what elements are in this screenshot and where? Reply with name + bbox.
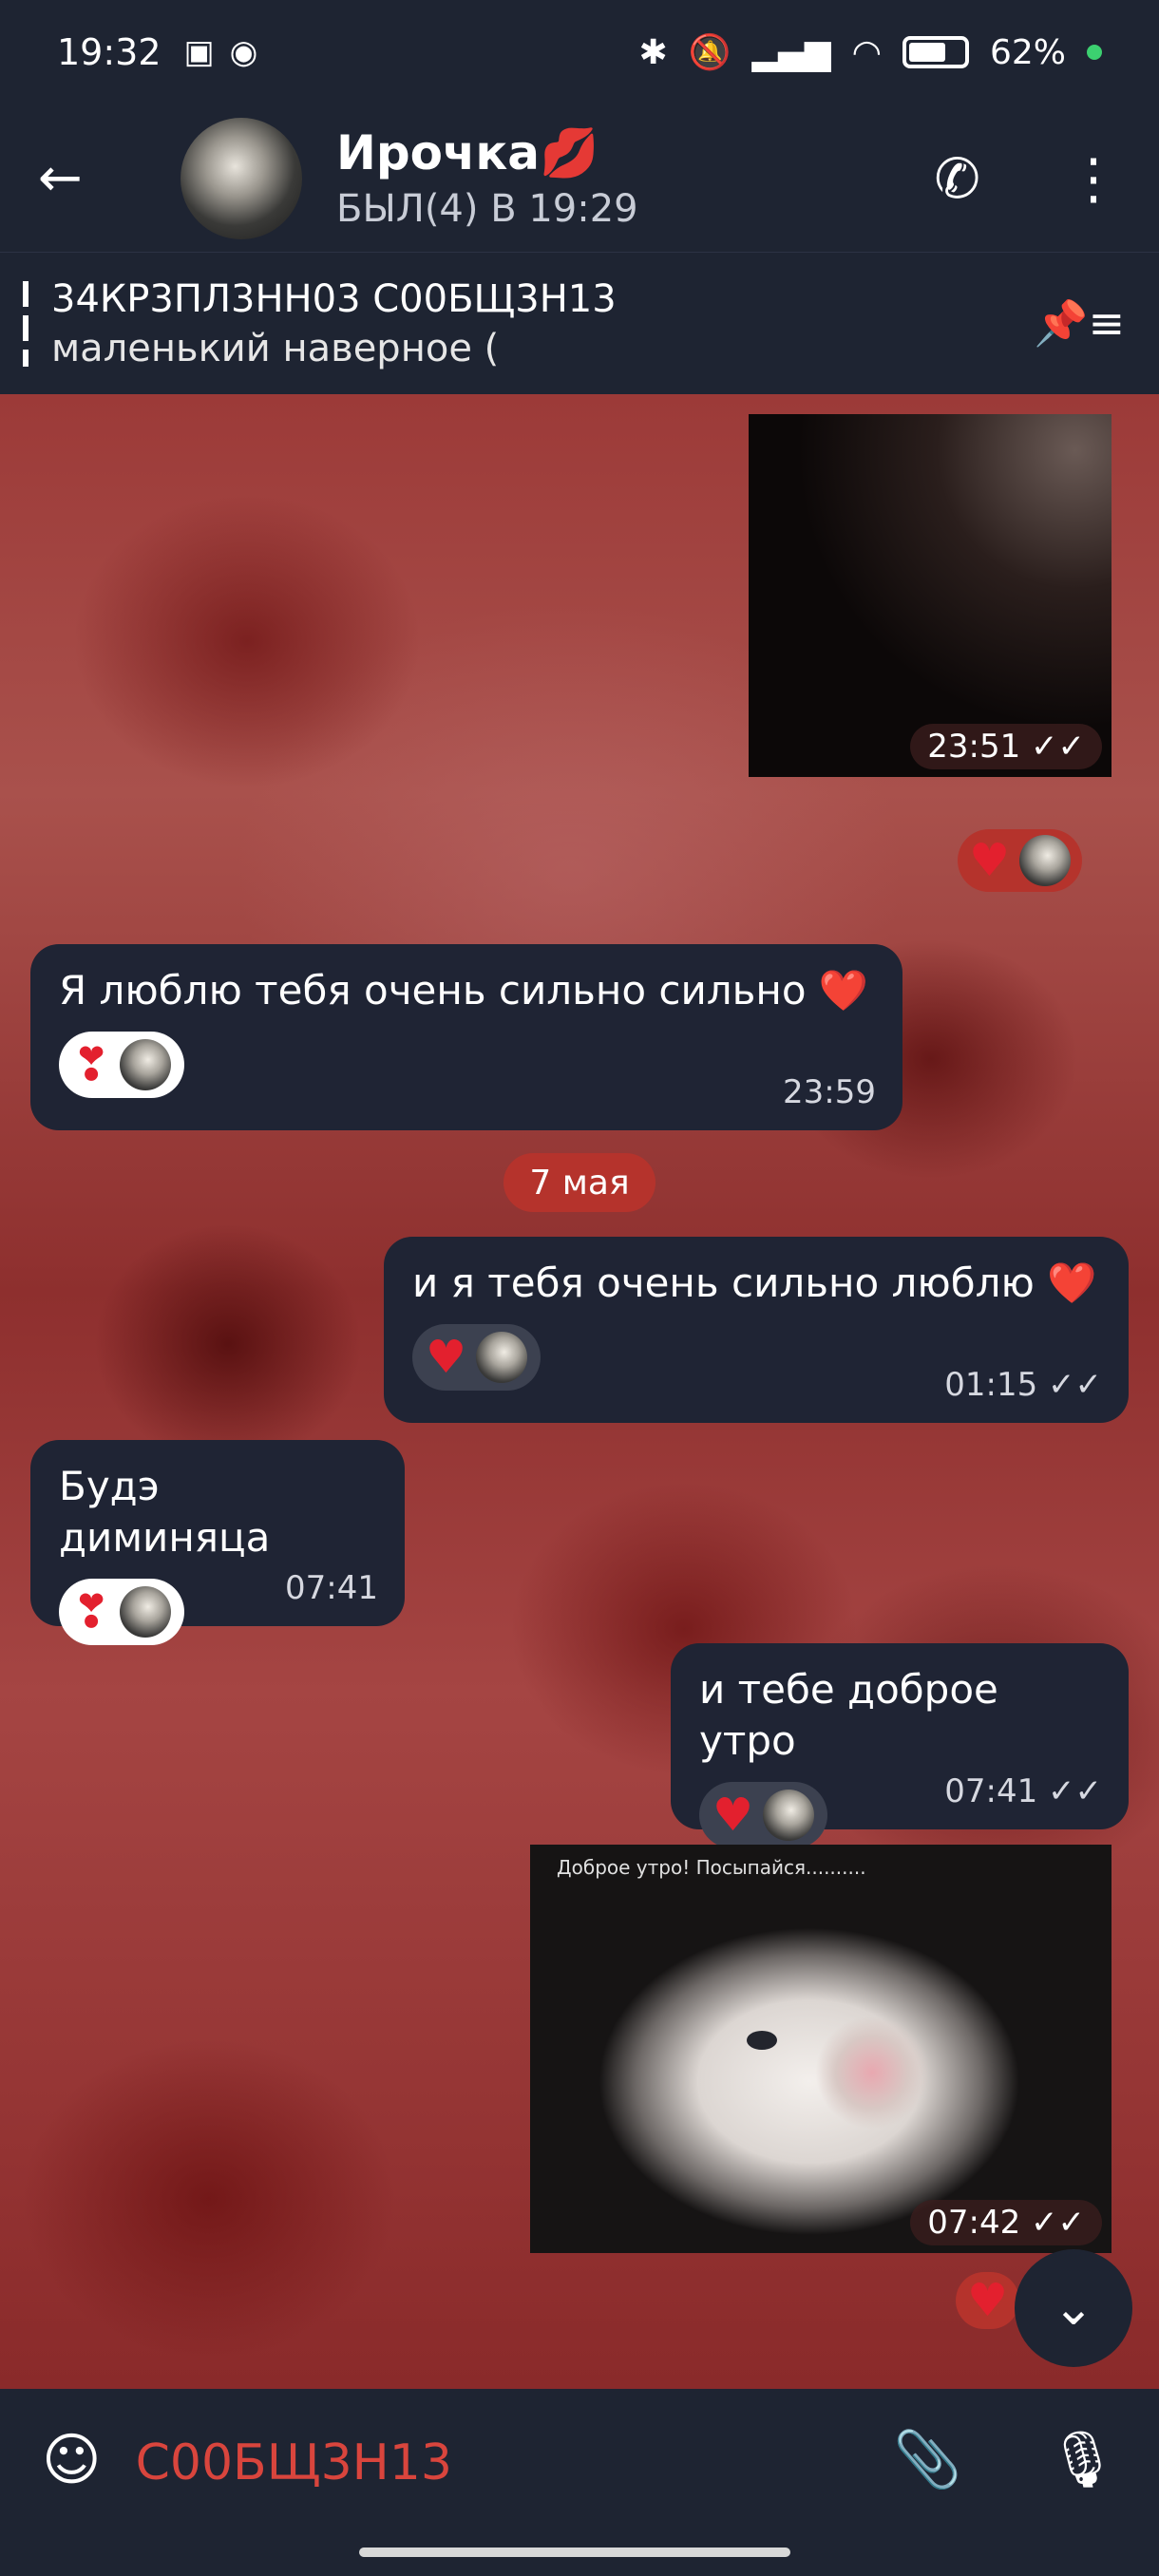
- message-time: 07:41: [285, 1569, 378, 1607]
- message-text: Я люблю тебя очень сильно сильно ❤️: [59, 967, 869, 1013]
- back-arrow-icon[interactable]: ←: [38, 147, 124, 209]
- status-bar: 19:32 ▣ ◉ ✱ 🔕 ▂▄▆ ◠ 62%: [0, 0, 1159, 104]
- pinned-preview: маленький наверное (: [51, 326, 500, 370]
- heart-icon: ♥: [969, 834, 1011, 887]
- message-time: 23:59: [783, 1073, 876, 1111]
- reaction-chip[interactable]: ♥: [956, 2272, 1020, 2329]
- two-hearts-icon: ❣: [72, 1038, 111, 1091]
- reactor-avatar: [476, 1332, 528, 1383]
- incoming-message[interactable]: Будэ диминяца ❣ 07:41: [30, 1440, 405, 1645]
- message-text: Будэ диминяца: [59, 1463, 271, 1561]
- battery-percent: 62%: [989, 32, 1066, 72]
- twitch-icon: ▣: [183, 33, 215, 71]
- mute-icon: 🔕: [688, 33, 732, 72]
- message-text: и я тебя очень сильно люблю ❤️: [412, 1260, 1097, 1306]
- pinned-message-bar[interactable]: 34КР3ПЛ3НН03 С00БЩ3Н13 маленький наверно…: [0, 252, 1159, 394]
- message-input[interactable]: С00БЩ3Н13: [136, 2434, 452, 2491]
- outgoing-photo[interactable]: 23:51 ✓✓: [749, 414, 1112, 777]
- reaction-chip[interactable]: ♥: [699, 1782, 828, 1848]
- more-vert-icon[interactable]: ⋮: [1066, 146, 1121, 211]
- clock: 19:32: [57, 31, 162, 73]
- message-time: 23:51 ✓✓: [910, 724, 1102, 769]
- heart-icon: ♥: [712, 1789, 754, 1842]
- scroll-down-button[interactable]: ⌄: [1015, 2249, 1132, 2367]
- outgoing-kitten-photo[interactable]: Доброе утро! Посыпайся.......... 07:42 ✓…: [530, 1845, 1112, 2253]
- chevron-down-icon: ⌄: [1053, 2280, 1094, 2337]
- kitten-eye: [747, 2031, 777, 2050]
- message-text: и тебе доброе утро: [699, 1666, 998, 1764]
- heart-icon: ♥: [967, 2274, 1009, 2327]
- outgoing-message[interactable]: и я тебя очень сильно люблю ❤️ ♥ 01:15 ✓…: [384, 1237, 1129, 1423]
- wifi-icon: ◠: [851, 32, 882, 72]
- reactor-avatar: [120, 1586, 172, 1638]
- pin-list-icon[interactable]: 📌≡: [1034, 297, 1125, 350]
- reactor-avatar: [1019, 835, 1072, 886]
- heart-icon: ♥: [426, 1331, 467, 1384]
- incoming-message[interactable]: Я люблю тебя очень сильно сильно ❤️ ❣ 23…: [30, 944, 902, 1130]
- sticker-emoji-icon[interactable]: ☺: [42, 2427, 102, 2493]
- two-hearts-icon: ❣: [72, 1585, 111, 1638]
- reaction-chip[interactable]: ♥: [958, 829, 1083, 892]
- kitten-paw: [815, 2016, 929, 2130]
- outgoing-message[interactable]: и тебе доброе утро ♥ 07:41 ✓✓: [671, 1643, 1129, 1848]
- privacy-dot-icon: [1087, 45, 1102, 60]
- circle-icon: ◉: [229, 33, 258, 71]
- message-time: 07:42 ✓✓: [910, 2200, 1102, 2245]
- bluetooth-icon: ✱: [638, 32, 668, 72]
- reaction-chip[interactable]: ❣: [59, 1032, 185, 1098]
- microphone-icon[interactable]: 🎙: [1047, 2427, 1117, 2492]
- reaction-chip[interactable]: ❣: [59, 1579, 185, 1645]
- last-seen-status: БЫЛ(4) В 19:29: [336, 187, 638, 231]
- message-time: 07:41 ✓✓: [944, 1772, 1102, 1810]
- avatar[interactable]: [180, 117, 302, 239]
- pinned-title: 34КР3ПЛ3НН03 С00БЩ3Н13: [51, 276, 617, 321]
- battery-icon: [902, 36, 969, 68]
- reactor-avatar: [120, 1039, 172, 1090]
- photo-caption: Доброе утро! Посыпайся..........: [557, 1856, 866, 1879]
- attach-icon[interactable]: 📎: [893, 2427, 961, 2492]
- home-indicator[interactable]: [359, 2548, 790, 2557]
- contact-name[interactable]: Ирочка💋: [336, 125, 638, 181]
- reactor-avatar: [763, 1790, 815, 1841]
- signal-icon: ▂▄▆: [751, 32, 831, 72]
- reaction-chip[interactable]: ♥: [412, 1324, 542, 1391]
- date-separator: 7 мая: [504, 1153, 656, 1212]
- pin-indicator: [23, 280, 28, 367]
- kiss-emoji-icon: 💋: [540, 125, 599, 180]
- message-time: 01:15 ✓✓: [944, 1366, 1102, 1404]
- chat-header: ← Ирочка💋 БЫЛ(4) В 19:29 ✆ ⋮: [0, 104, 1159, 252]
- phone-icon[interactable]: ✆: [934, 146, 980, 211]
